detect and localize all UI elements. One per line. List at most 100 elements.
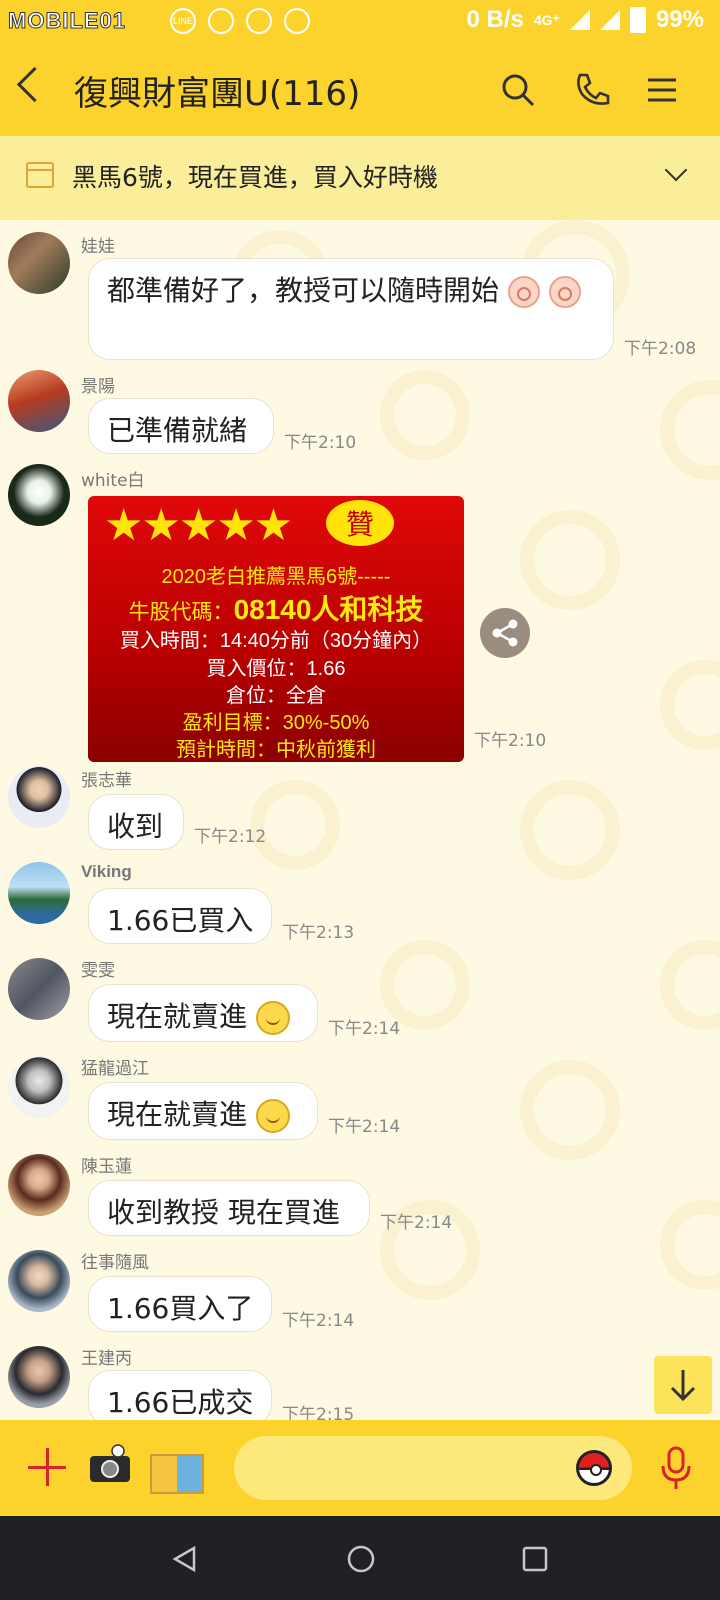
message-time: 下午2:10 [284, 433, 357, 453]
share-icon[interactable] [480, 608, 530, 658]
watermark-logo: MOBILE01 [7, 8, 127, 34]
message-text: 已準備就緒 [107, 414, 248, 447]
message-text: 1.66已成交 [107, 1386, 254, 1419]
background-pokeball-watermark [660, 1200, 720, 1290]
avatar[interactable] [8, 1346, 70, 1408]
sticker-icon[interactable] [150, 1454, 204, 1494]
five-star-rating-icon: ★★★★★ [104, 501, 293, 550]
message-time: 下午2:14 [282, 1311, 355, 1331]
message-bubble[interactable]: 1.66已買入 [88, 888, 272, 944]
message-text: 收到教授 現在買進 [107, 1196, 340, 1229]
signal-icon-2 [599, 10, 620, 30]
promo-line: 買入時間：14:40分前（30分鐘內） [119, 630, 433, 652]
status-bar: MOBILE01 LINE 0 B/s 4G⁺ 99% [0, 0, 720, 44]
ok-hand-emoji-icon [507, 276, 540, 308]
status-right: 0 B/s 4G⁺ 99% [466, 6, 704, 34]
promo-line: 2020老白推薦黑馬6號----- [161, 566, 391, 588]
chat-area[interactable]: 娃娃 都準備好了，教授可以隨時開始 下午2:08 景陽 已準備就緒 下午2:10… [0, 220, 720, 1420]
calendar-icon [26, 162, 54, 188]
sender-name: 景陽 [81, 377, 115, 397]
system-navigation-bar [0, 1516, 720, 1600]
message-text: 1.66買入了 [107, 1292, 254, 1325]
avatar[interactable] [8, 1250, 70, 1312]
pokeball-emoji-icon[interactable] [576, 1450, 612, 1486]
sender-name: 陳玉蓮 [81, 1157, 132, 1177]
camera-icon[interactable] [88, 1444, 132, 1484]
ok-hand-emoji-icon [548, 276, 581, 308]
avatar[interactable] [8, 1056, 70, 1118]
search-icon[interactable] [498, 70, 538, 110]
avatar[interactable] [8, 1154, 70, 1216]
message-time: 下午2:10 [474, 731, 547, 751]
message-bubble[interactable]: 現在就賣進 [88, 984, 318, 1042]
message-bubble[interactable]: 1.66買入了 [88, 1276, 272, 1332]
message-bubble[interactable]: 1.66已成交 [88, 1370, 272, 1420]
message-bubble[interactable]: 現在就賣進 [88, 1082, 318, 1140]
network-type: 4G⁺ [533, 11, 560, 28]
sender-name: white白 [81, 471, 145, 491]
background-pokeball-watermark [520, 780, 620, 880]
line-notification-icon: LINE [170, 8, 196, 34]
battery-icon [629, 7, 646, 33]
message-text: 1.66已買入 [107, 904, 254, 937]
message-time: 下午2:12 [194, 827, 267, 847]
message-input-bar [0, 1420, 720, 1516]
plus-icon[interactable] [28, 1448, 66, 1486]
message-text: 現在就賣進 [107, 1098, 248, 1131]
sender-name: 娃娃 [81, 237, 115, 257]
avatar[interactable] [8, 232, 70, 294]
smile-emoji-icon [255, 1001, 290, 1035]
message-bubble[interactable]: 收到教授 現在買進 [88, 1180, 370, 1236]
sender-name: 王建丙 [81, 1349, 132, 1369]
message-text: 都準備好了，教授可以隨時開始 [107, 274, 500, 307]
message-bubble[interactable]: 都準備好了，教授可以隨時開始 [88, 258, 614, 360]
background-pokeball-watermark [660, 940, 720, 1030]
menu-icon[interactable] [642, 70, 682, 110]
promo-stock-value: 08140人和科技 [233, 594, 424, 625]
message-time: 下午2:14 [328, 1019, 401, 1039]
promo-image[interactable]: ★★★★★ 贊 2020老白推薦黑馬6號----- 牛股代碼：08140人和科技… [88, 496, 464, 762]
sender-name: 張志華 [81, 771, 132, 791]
promo-stock-code: 牛股代碼：08140人和科技 [88, 588, 464, 628]
back-icon[interactable] [16, 66, 53, 103]
phone-icon[interactable] [572, 70, 612, 110]
announcement-text: 黑馬6號，現在買進，買入好時機 [72, 163, 438, 192]
message-time: 下午2:08 [624, 339, 697, 359]
pinned-announcement[interactable]: 黑馬6號，現在買進，買入好時機 [0, 136, 720, 220]
avatar[interactable] [8, 958, 70, 1020]
chevron-down-icon[interactable] [664, 158, 688, 182]
message-input[interactable] [234, 1436, 632, 1500]
background-pokeball-watermark [660, 380, 720, 480]
message-text: 收到 [107, 810, 164, 843]
message-bubble[interactable]: 收到 [88, 794, 184, 850]
sender-name: 雯雯 [81, 961, 115, 981]
background-pokeball-watermark [520, 510, 620, 610]
message-time: 下午2:15 [282, 1405, 355, 1420]
microphone-icon[interactable] [656, 1444, 696, 1492]
nav-back-icon[interactable] [170, 1544, 200, 1574]
avatar[interactable] [8, 370, 70, 432]
message-time: 下午2:14 [380, 1213, 453, 1233]
nav-home-icon[interactable] [345, 1543, 377, 1575]
battery-level: 99% [655, 6, 704, 33]
nav-recents-icon[interactable] [520, 1544, 550, 1574]
background-pokeball-watermark [520, 1060, 620, 1160]
cheers-notification-icon [284, 8, 310, 34]
avatar[interactable] [8, 464, 70, 526]
background-pokeball-watermark [380, 370, 470, 460]
message-bubble[interactable]: 已準備就緒 [88, 398, 274, 454]
net-speed: 0 B/s [466, 6, 524, 33]
avatar[interactable] [8, 862, 70, 924]
promo-line: 買入價位：1.66 [206, 658, 346, 680]
chat-header: 復興財富團U(116) [0, 44, 720, 136]
message-time: 下午2:14 [328, 1117, 401, 1137]
praise-badge: 贊 [326, 500, 394, 546]
avatar[interactable] [8, 766, 70, 828]
sender-name: Viking [81, 862, 132, 881]
scroll-to-bottom-icon[interactable] [654, 1356, 712, 1414]
app-notification-icon [246, 8, 272, 34]
promo-line: 預計時間：中秋前獲利 [176, 739, 376, 761]
smile-emoji-icon [255, 1099, 290, 1133]
promo-line: 倉位：全倉 [226, 685, 326, 707]
sender-name: 往事隨風 [81, 1253, 149, 1273]
